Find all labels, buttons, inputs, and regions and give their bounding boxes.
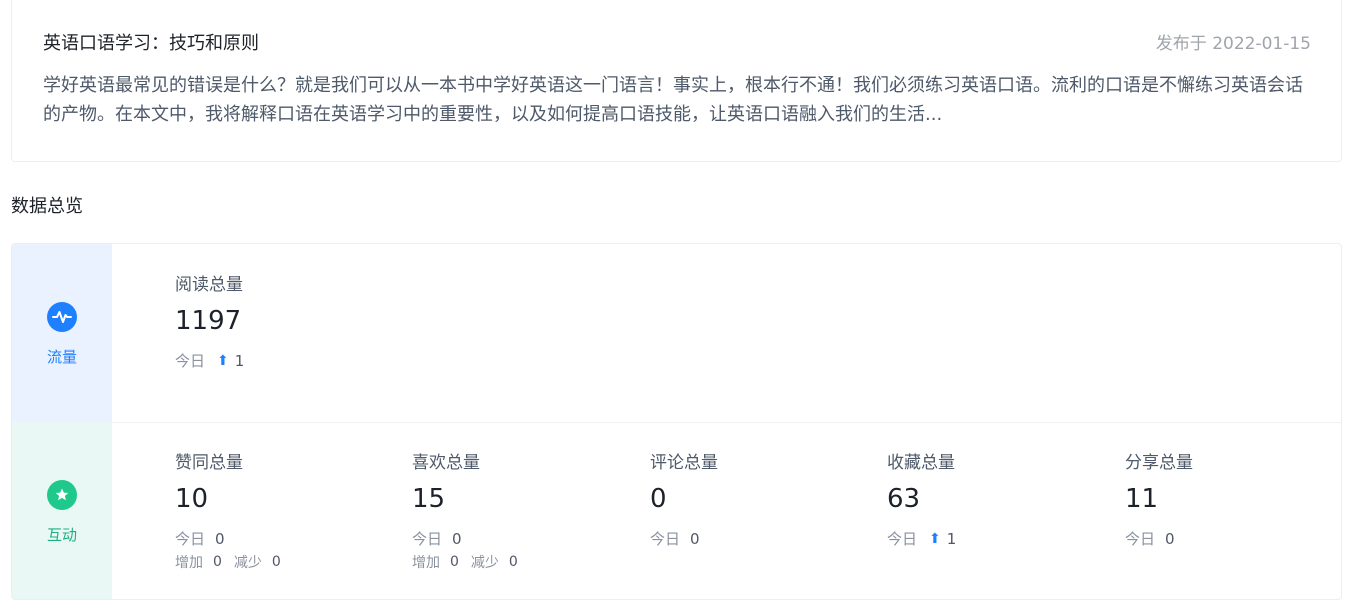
today-value: 0 — [1165, 529, 1175, 548]
metric-label: 分享总量 — [1125, 453, 1193, 473]
arrow-up-icon: ⬆ — [217, 352, 229, 369]
traffic-side: 流量 — [12, 244, 112, 422]
interaction-row: 互动 赞同总量 10 今日 0 增加 0 减少 0 喜欢总量 15 今日 0 增… — [12, 422, 1341, 599]
metric-today: 今日 ⬆ 1 — [175, 350, 244, 371]
today-value: 1 — [946, 529, 957, 548]
metric-today: 今日 ⬆ 1 — [887, 528, 956, 549]
metric-today: 今日 0 — [175, 528, 225, 549]
today-label: 今日 — [1125, 530, 1156, 548]
article-title[interactable]: 英语口语学习：技巧和原则 — [43, 31, 259, 57]
today-value: 0 — [215, 529, 225, 548]
reduce-label: 减少 — [470, 555, 499, 571]
today-label: 今日 — [175, 352, 206, 370]
metric-value: 10 — [175, 484, 209, 514]
metric-label: 喜欢总量 — [412, 453, 480, 473]
article-card[interactable]: 英语口语学习：技巧和原则 发布于 2022-01-15 学好英语最常见的错误是什… — [11, 0, 1342, 162]
metric-today: 今日 0 — [412, 528, 462, 549]
metric-change: 增加 0 减少 0 — [412, 552, 518, 572]
metric-today: 今日 0 — [1125, 528, 1175, 549]
metric-label: 评论总量 — [650, 453, 718, 473]
pulse-icon — [47, 302, 77, 332]
traffic-row: 流量 阅读总量 1197 今日 ⬆ 1 — [12, 244, 1341, 423]
interaction-side: 互动 — [12, 422, 112, 599]
reduce-label: 减少 — [233, 555, 262, 571]
traffic-label: 流量 — [46, 348, 77, 366]
metric-label: 赞同总量 — [175, 453, 243, 473]
overview-title: 数据总览 — [11, 196, 83, 217]
metric-today: 今日 0 — [650, 528, 700, 549]
metric-change: 增加 0 减少 0 — [175, 552, 281, 572]
reduce-value: 0 — [508, 554, 518, 570]
interaction-label: 互动 — [46, 526, 77, 544]
metric-value: 11 — [1125, 484, 1159, 514]
reduce-value: 0 — [271, 554, 281, 570]
today-value: 0 — [452, 529, 462, 548]
metric-value: 15 — [412, 484, 446, 514]
article-date: 发布于 2022-01-15 — [1155, 34, 1311, 54]
today-value: 0 — [690, 529, 700, 548]
today-label: 今日 — [887, 530, 918, 548]
metric-value: 1197 — [175, 306, 242, 336]
metric-label: 阅读总量 — [175, 275, 243, 295]
add-label: 增加 — [412, 555, 440, 571]
add-value: 0 — [450, 554, 459, 570]
today-label: 今日 — [412, 530, 443, 548]
today-label: 今日 — [650, 530, 681, 548]
stats-card: 流量 阅读总量 1197 今日 ⬆ 1 互动 赞同总量 10 今日 0 增加 0… — [11, 243, 1342, 600]
star-chat-icon — [47, 480, 77, 510]
metric-value: 0 — [650, 484, 667, 514]
today-label: 今日 — [175, 530, 206, 548]
metric-value: 63 — [887, 484, 921, 514]
metric-label: 收藏总量 — [887, 453, 955, 473]
add-label: 增加 — [175, 555, 203, 571]
today-value: 1 — [234, 351, 245, 370]
add-value: 0 — [213, 554, 222, 570]
arrow-up-icon: ⬆ — [929, 530, 941, 547]
article-excerpt: 学好英语最常见的错误是什么？就是我们可以从一本书中学好英语这一门语言！事实上，根… — [43, 75, 1303, 125]
